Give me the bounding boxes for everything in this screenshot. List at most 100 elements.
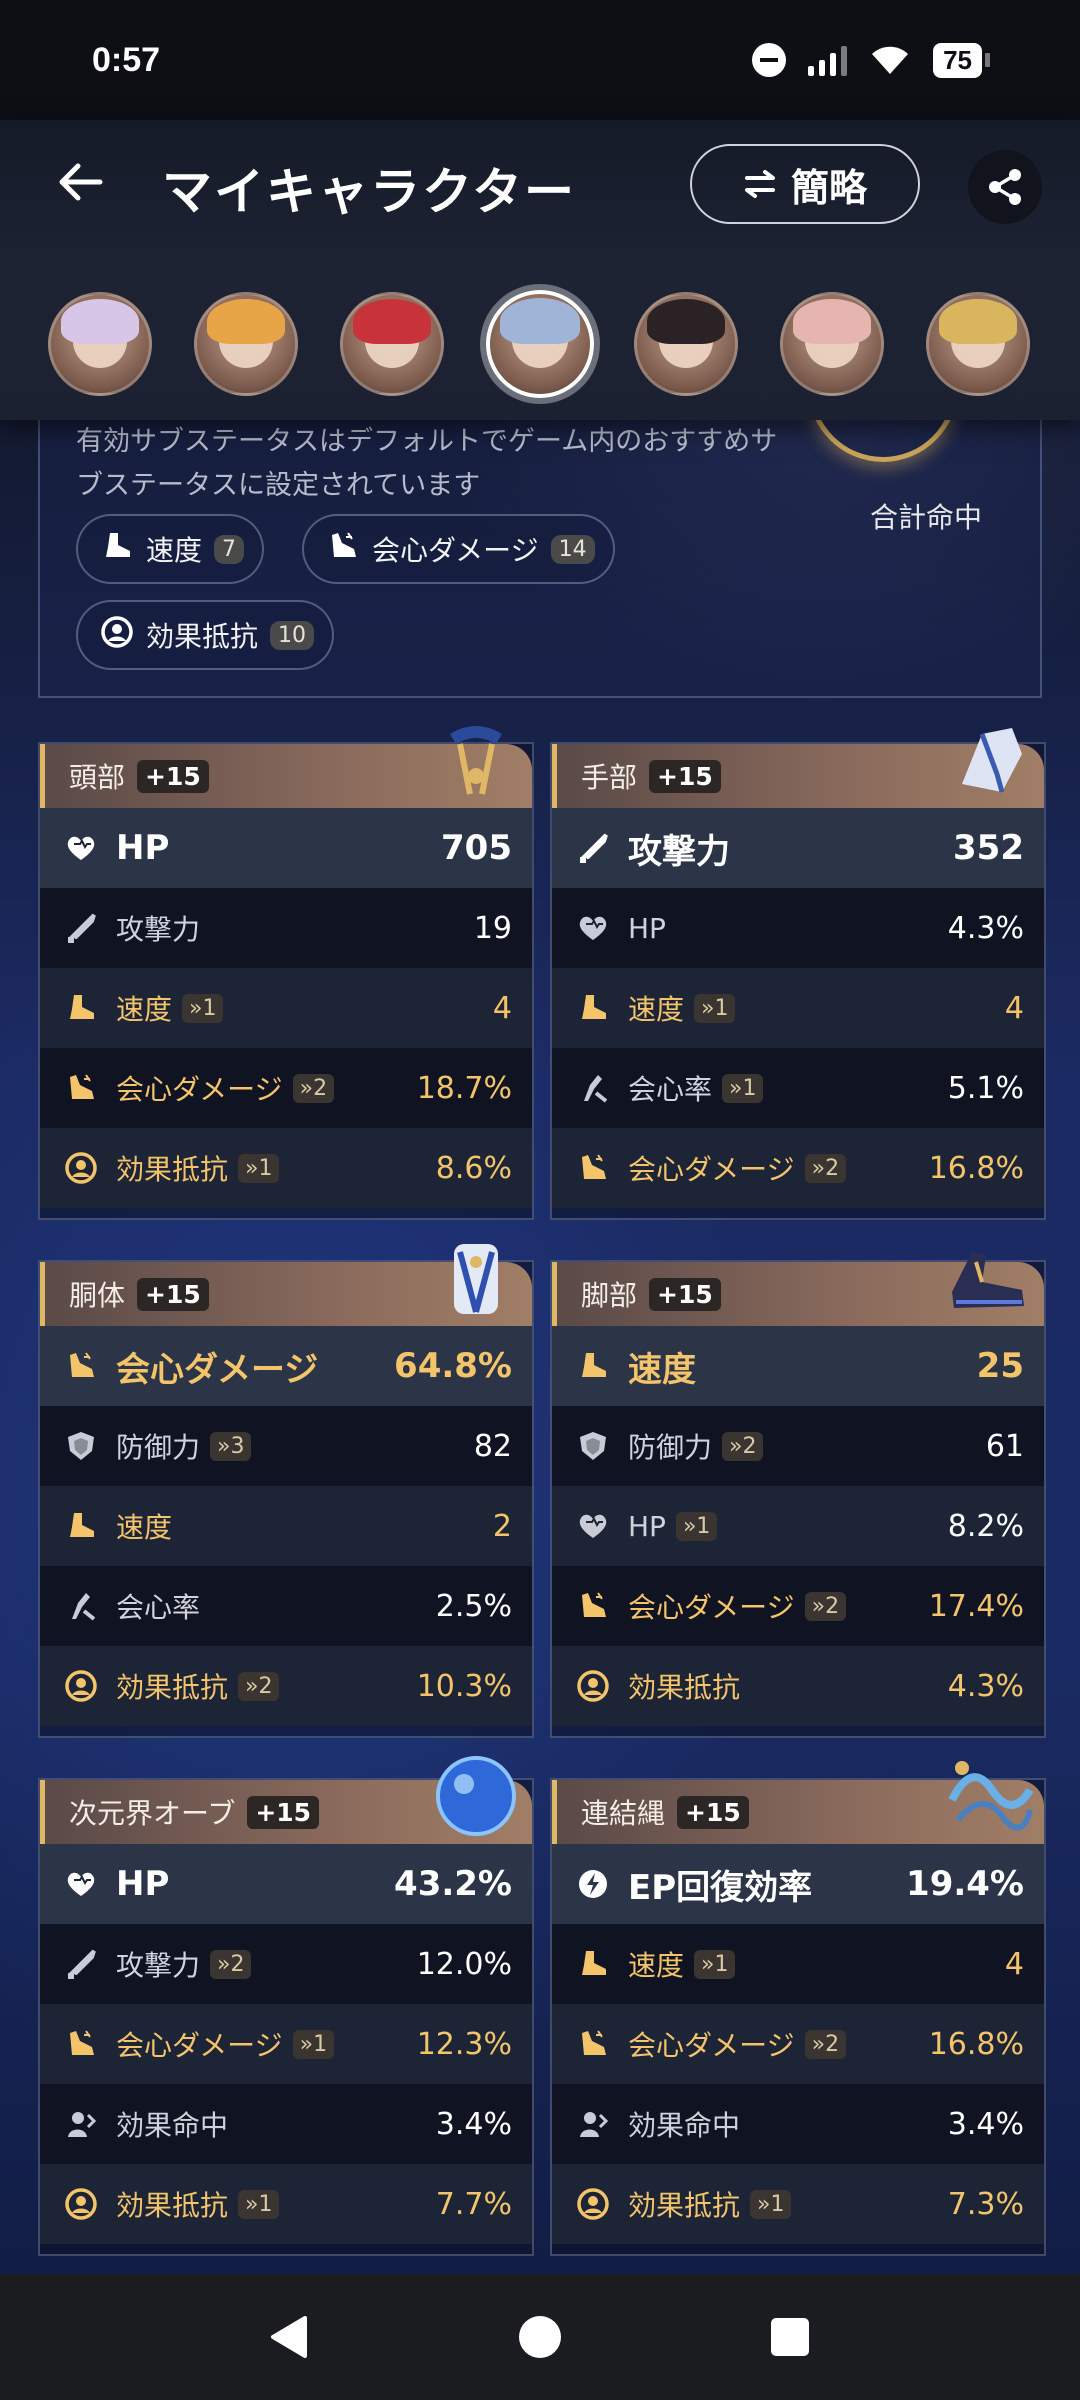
character-avatar-7[interactable]	[926, 292, 1030, 396]
main-stat-name: EP回復効率	[628, 1867, 813, 1908]
roll-count-badge: »1	[675, 1511, 718, 1541]
substat-row: 防御力 »3 82	[40, 1406, 532, 1486]
substat-name: 効果抵抗	[116, 2189, 229, 2222]
substat-row: 会心ダメージ »2 18.7%	[40, 1048, 532, 1128]
character-avatar-6[interactable]	[780, 292, 884, 396]
character-avatar-4[interactable]	[486, 290, 594, 398]
resist-icon	[576, 2187, 610, 2221]
relic-slot-name: 次元界オーブ	[69, 1797, 236, 1830]
boot-icon	[64, 991, 98, 1025]
boot-icon	[576, 1947, 610, 1981]
chip-count: 14	[550, 534, 595, 564]
sword-icon	[576, 831, 610, 865]
substat-name: HP	[628, 1509, 666, 1543]
substat-value: 4	[492, 990, 512, 1026]
share-button[interactable]	[968, 150, 1042, 224]
substat-chip[interactable]: 速度 7	[76, 514, 265, 584]
substat-value: 18.7%	[416, 1070, 512, 1106]
relic-card[interactable]: 手部 +15 攻撃力 352 HP 4.3% 速度 »1 4 会心率 »1 5.1% 会心ダメージ »2 1…	[550, 728, 1046, 1220]
simplified-mode-button[interactable]: 簡略	[690, 144, 920, 224]
substat-value: 4	[1004, 1946, 1024, 1982]
main-stat-name: HP	[116, 828, 170, 868]
heart-icon	[576, 1509, 610, 1543]
roll-count-badge: »1	[292, 2029, 335, 2059]
summary-note: 有効サブステータスはデフォルトでゲーム内のおすすめサ ブステータスに設定されてい…	[76, 426, 778, 501]
substat-value: 2	[492, 1508, 512, 1544]
main-stat-value: 25	[976, 1346, 1024, 1386]
status-icons: 75	[752, 42, 990, 78]
substat-chip[interactable]: 会心ダメージ 14	[302, 514, 615, 584]
substat-row: 攻撃力 »2 12.0%	[40, 1924, 532, 2004]
substat-value: 7.7%	[435, 2186, 512, 2222]
shield-icon	[64, 1429, 98, 1463]
crit-rate-icon	[64, 1589, 98, 1623]
substat-name: 効果抵抗	[628, 1671, 741, 1704]
roll-count-badge: »1	[750, 2189, 792, 2219]
substat-value: 7.3%	[947, 2186, 1024, 2222]
substat-chip[interactable]: 効果抵抗 10	[76, 600, 335, 670]
chip-label: 効果抵抗	[146, 620, 259, 653]
substat-row: 効果抵抗 »1 8.6%	[40, 1128, 532, 1208]
boot-icon	[64, 1509, 98, 1543]
total-hit-label: 合計命中	[869, 501, 982, 534]
main-stat-name: 速度	[628, 1349, 696, 1390]
relic-slot-name: 頭部	[69, 761, 126, 794]
substat-value: 17.4%	[928, 1588, 1024, 1624]
relic-1-icon	[962, 728, 1022, 793]
crit-rate-icon	[576, 1071, 610, 1105]
substat-value: 5.1%	[947, 1070, 1024, 1106]
crit-dmg-icon	[326, 529, 360, 570]
chip-label: 会心ダメージ	[372, 534, 539, 567]
relic-3-icon	[952, 1252, 1024, 1308]
app-header: マイキャラクター 簡略	[0, 120, 1080, 420]
relic-card[interactable]: 胴体 +15 会心ダメージ 64.8% 防御力 »3 82 速度 2 会心率 2.5% 効果抵抗 »2 1…	[38, 1244, 534, 1738]
resist-icon	[576, 1669, 610, 1703]
heart-icon	[64, 831, 98, 865]
crit-dmg-icon	[576, 1151, 610, 1185]
relic-slot-name: 胴体	[69, 1279, 126, 1312]
status-bar: 0:57 75	[0, 0, 1080, 120]
chip-count: 10	[270, 620, 315, 650]
substat-value: 12.3%	[416, 2026, 512, 2062]
substat-row: 会心ダメージ »2 16.8%	[552, 2004, 1044, 2084]
sword-icon	[64, 1947, 98, 1981]
relic-level-badge: +15	[677, 1795, 749, 1829]
relic-card[interactable]: 次元界オーブ +15 HP 43.2% 攻撃力 »2 12.0% 会心ダメージ »1 12.3% 効…	[38, 1756, 534, 2256]
roll-count-badge: »2	[292, 1073, 335, 1103]
relic-slot-name: 脚部	[581, 1279, 638, 1312]
nav-home-icon[interactable]	[515, 2312, 565, 2362]
main-stat-value: 19.4%	[906, 1864, 1024, 1904]
character-avatar-3[interactable]	[340, 292, 444, 396]
mode-label: 簡略	[790, 165, 867, 210]
crit-dmg-icon	[64, 1349, 98, 1383]
nav-recents-icon[interactable]	[765, 2312, 815, 2362]
substat-row: 会心ダメージ »2 16.8%	[552, 1128, 1044, 1208]
character-avatar-2[interactable]	[194, 292, 298, 396]
substat-name: 効果抵抗	[116, 1153, 229, 1186]
character-avatar-5[interactable]	[634, 292, 738, 396]
crit-dmg-icon	[576, 1589, 610, 1623]
relic-card[interactable]: 頭部 +15 HP 705 攻撃力 19 速度 »1 4 会心ダメージ »2 18.7% 効果抵抗 »1 8…	[38, 726, 534, 1220]
substat-row: 効果抵抗 4.3%	[552, 1646, 1044, 1726]
substat-name: 速度	[116, 993, 173, 1026]
crit-dmg-icon	[64, 2027, 98, 2061]
relic-card[interactable]: 連結縄 +15 EP回復効率 19.4% 速度 »1 4 会心ダメージ »2 16.8% 効果命中 3…	[550, 1761, 1046, 2256]
substat-name: 会心ダメージ	[116, 1073, 283, 1106]
hit-icon	[576, 2107, 610, 2141]
relic-card[interactable]: 脚部 +15 速度 25 防御力 »2 61 HP »1 8.2% 会心ダメージ »2 17.4% 効果抵…	[550, 1252, 1046, 1738]
substat-value: 61	[985, 1428, 1024, 1464]
substat-row: 速度 »1 4	[552, 1924, 1044, 2004]
resist-icon	[100, 615, 134, 656]
main-stat-row: 会心ダメージ 64.8%	[40, 1326, 532, 1406]
substat-value: 8.2%	[947, 1508, 1024, 1544]
substat-row: HP »1 8.2%	[552, 1486, 1044, 1566]
character-avatar-1[interactable]	[48, 292, 152, 396]
substat-row: 速度 »1 4	[552, 968, 1044, 1048]
substat-value: 16.8%	[928, 2026, 1024, 2062]
substat-row: 会心ダメージ »2 17.4%	[552, 1566, 1044, 1646]
battery-indicator: 75	[933, 42, 990, 78]
nav-back-icon[interactable]	[265, 2312, 315, 2362]
back-arrow-icon[interactable]	[52, 152, 112, 212]
main-stat-value: 64.8%	[394, 1346, 512, 1386]
roll-count-badge: »1	[722, 1073, 764, 1103]
